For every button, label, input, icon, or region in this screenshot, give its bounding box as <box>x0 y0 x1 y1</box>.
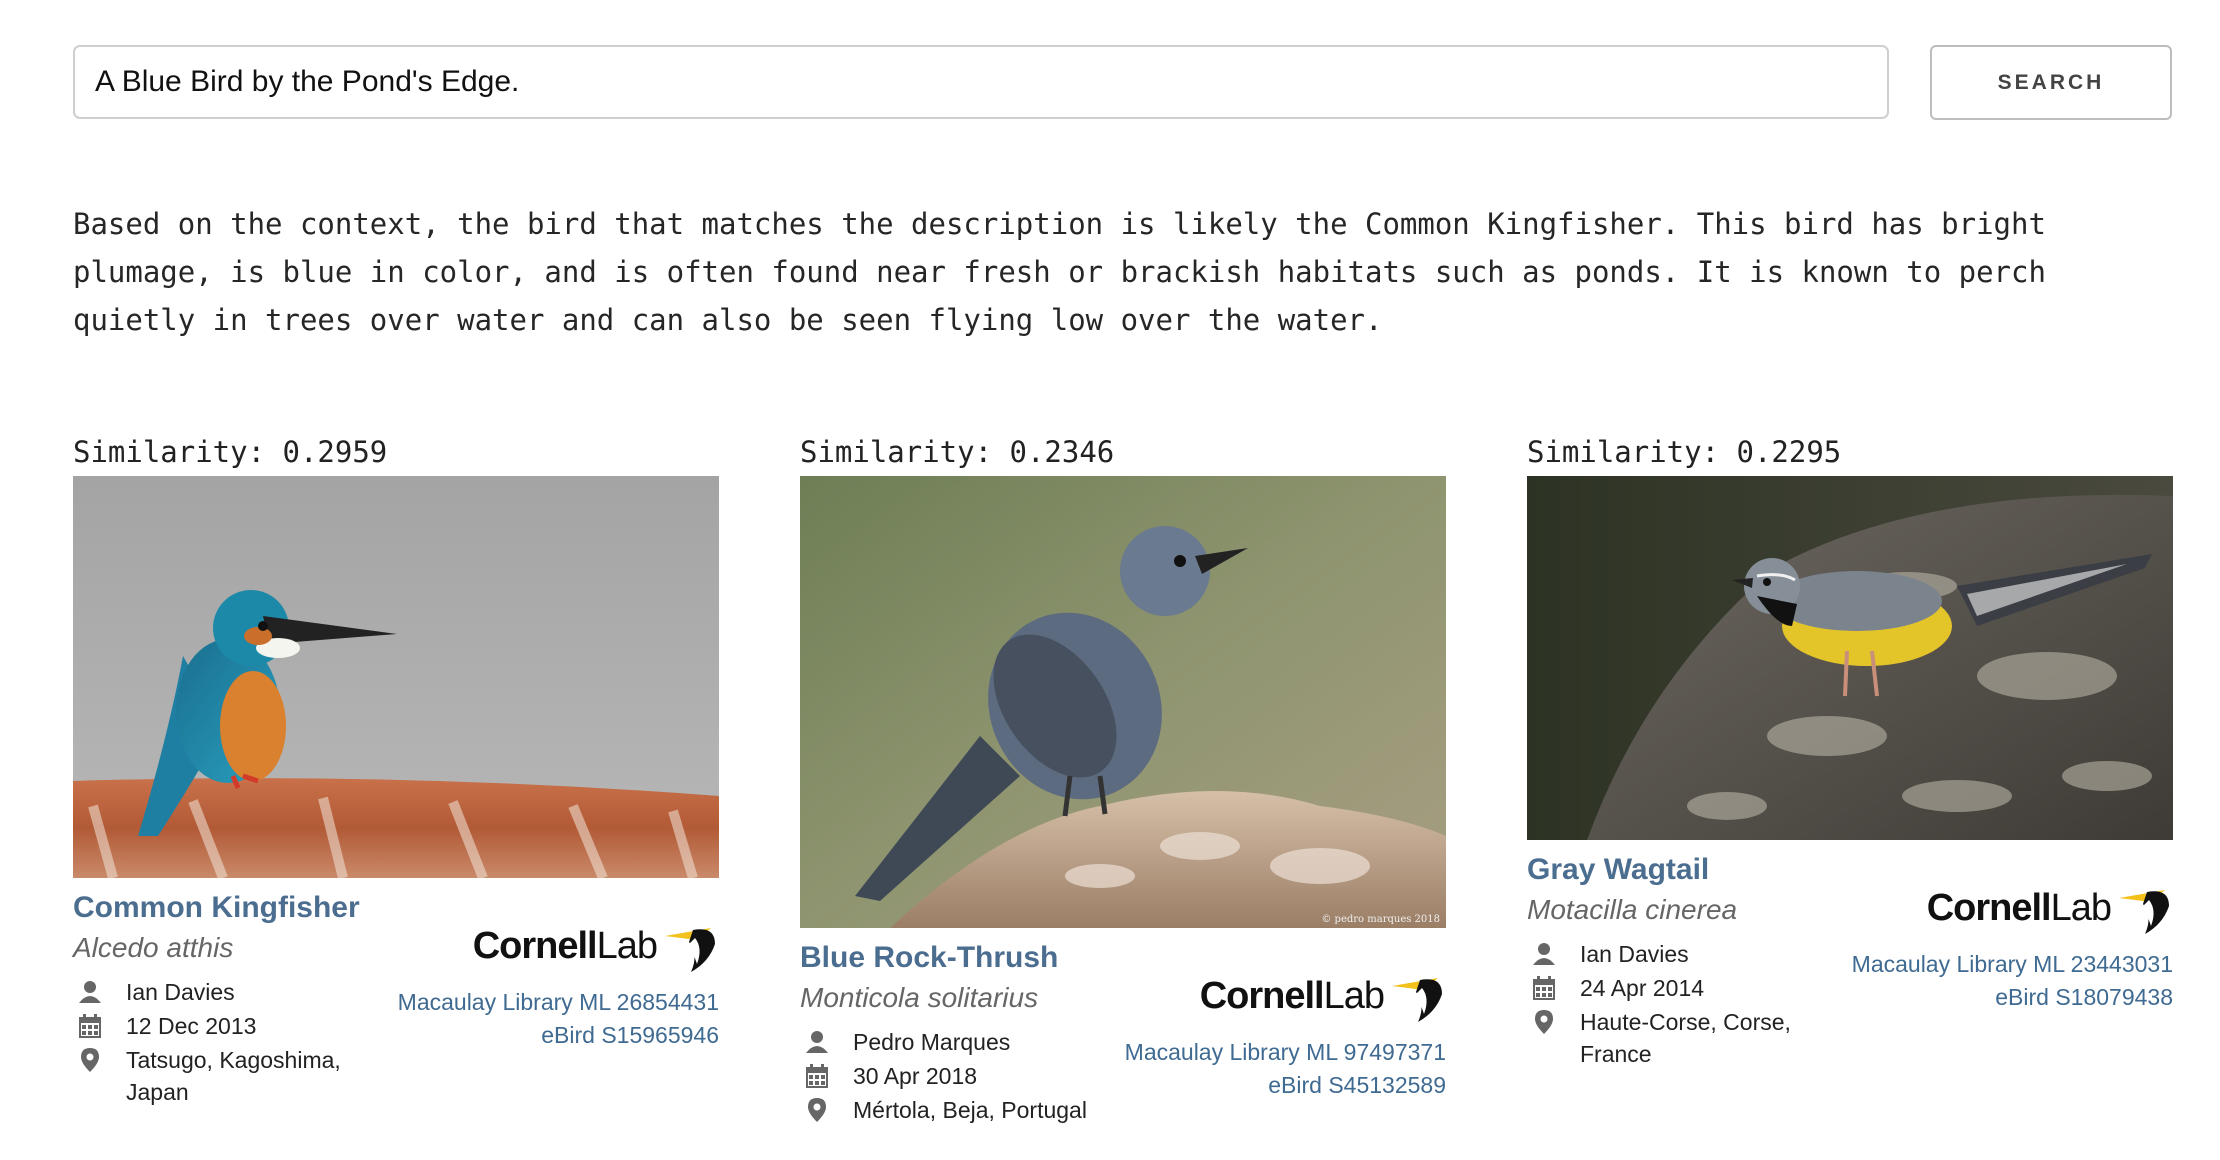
logo-wordmark-cornell: Cornell <box>1926 886 2052 929</box>
photographer-row: Pedro Marques <box>800 1026 1130 1058</box>
credit-block: Cornell Lab Macaulay Library ML 97497371 … <box>1125 938 1446 1102</box>
search-input[interactable] <box>73 45 1889 119</box>
date-row: 30 Apr 2018 <box>800 1060 1130 1092</box>
logo-wordmark-lab: Lab <box>596 924 658 967</box>
answer-text: Based on the context, the bird that matc… <box>73 207 2046 337</box>
calendar-icon <box>1533 976 1555 1000</box>
person-icon <box>806 1031 828 1053</box>
scientific-name: Alcedo atthis <box>73 932 234 963</box>
macaulay-library-link[interactable]: Macaulay Library ML 97497371 <box>1125 1036 1446 1069</box>
logo-wordmark-cornell: Cornell <box>1199 974 1325 1017</box>
result-card-common-kingfisher: Similarity: 0.2959 Cornell Lab Macaulay … <box>73 430 719 1110</box>
credit-block: Cornell Lab Macaulay Library ML 23443031 … <box>1852 850 2173 1014</box>
bird-photo[interactable] <box>73 476 719 878</box>
person-icon <box>79 981 101 1003</box>
cornell-lab-logo[interactable]: Cornell Lab <box>398 918 719 974</box>
calendar-icon <box>806 1064 828 1088</box>
date-row: 24 Apr 2014 <box>1527 972 1857 1004</box>
location-pin-icon <box>808 1098 826 1122</box>
similarity-score: Similarity: 0.2346 <box>800 435 1115 469</box>
observation-location: Mértola, Beja, Portugal <box>853 1097 1087 1123</box>
ebird-checklist-link[interactable]: eBird S15965946 <box>398 1019 719 1052</box>
search-button[interactable]: SEARCH <box>1930 45 2172 120</box>
scientific-name: Motacilla cinerea <box>1527 894 1738 925</box>
similarity-score: Similarity: 0.2959 <box>73 435 388 469</box>
logo-wordmark-lab: Lab <box>2050 886 2112 929</box>
cornell-lab-bird-icon <box>2119 890 2169 934</box>
similarity-score: Similarity: 0.2295 <box>1527 435 1842 469</box>
photographer-name: Ian Davies <box>1580 941 1689 967</box>
photographer-name: Pedro Marques <box>853 1029 1011 1055</box>
observation-date: 12 Dec 2013 <box>126 1013 257 1039</box>
photo-watermark: © pedro marques 2018 <box>1321 914 1440 925</box>
cornell-lab-bird-icon <box>1392 978 1442 1022</box>
observation-date: 30 Apr 2018 <box>853 1063 978 1089</box>
location-row: Tatsugo, Kagoshima, Japan <box>73 1044 403 1108</box>
result-card-blue-rock-thrush: Similarity: 0.2346 © pedro marques 2018 … <box>800 430 1446 1128</box>
common-name-link[interactable]: Blue Rock-Thrush <box>800 938 1130 978</box>
bird-photo[interactable]: © pedro marques 2018 <box>800 476 1446 928</box>
observation-location: Haute-Corse, Corse, France <box>1580 1009 1791 1067</box>
location-row: Haute-Corse, Corse, France <box>1527 1006 1857 1070</box>
ebird-checklist-link[interactable]: eBird S18079438 <box>1852 981 2173 1014</box>
calendar-icon <box>79 1014 101 1038</box>
cornell-lab-bird-icon <box>665 928 715 972</box>
location-pin-icon <box>1535 1010 1553 1034</box>
macaulay-library-link[interactable]: Macaulay Library ML 23443031 <box>1852 948 2173 981</box>
common-name-link[interactable]: Gray Wagtail <box>1527 850 1857 890</box>
person-icon <box>1533 943 1555 965</box>
cornell-lab-logo[interactable]: Cornell Lab <box>1125 968 1446 1024</box>
date-row: 12 Dec 2013 <box>73 1010 403 1042</box>
location-row: Mértola, Beja, Portugal <box>800 1094 1130 1126</box>
observation-date: 24 Apr 2014 <box>1580 975 1705 1001</box>
credit-block: Cornell Lab Macaulay Library ML 26854431 … <box>398 888 719 1052</box>
ebird-checklist-link[interactable]: eBird S45132589 <box>1125 1069 1446 1102</box>
result-card-gray-wagtail: Similarity: 0.2295 Cornell Lab Macaulay … <box>1527 430 2173 1072</box>
photographer-row: Ian Davies <box>1527 938 1857 970</box>
logo-wordmark-lab: Lab <box>1323 974 1385 1017</box>
observation-location: Tatsugo, Kagoshima, Japan <box>126 1047 341 1105</box>
macaulay-library-link[interactable]: Macaulay Library ML 26854431 <box>398 986 719 1019</box>
photographer-row: Ian Davies <box>73 976 403 1008</box>
common-name-link[interactable]: Common Kingfisher <box>73 888 403 928</box>
scientific-name: Monticola solitarius <box>800 982 1039 1013</box>
logo-wordmark-cornell: Cornell <box>472 924 598 967</box>
photographer-name: Ian Davies <box>126 979 235 1005</box>
cornell-lab-logo[interactable]: Cornell Lab <box>1852 880 2173 936</box>
bird-photo[interactable] <box>1527 476 2173 840</box>
location-pin-icon <box>81 1048 99 1072</box>
